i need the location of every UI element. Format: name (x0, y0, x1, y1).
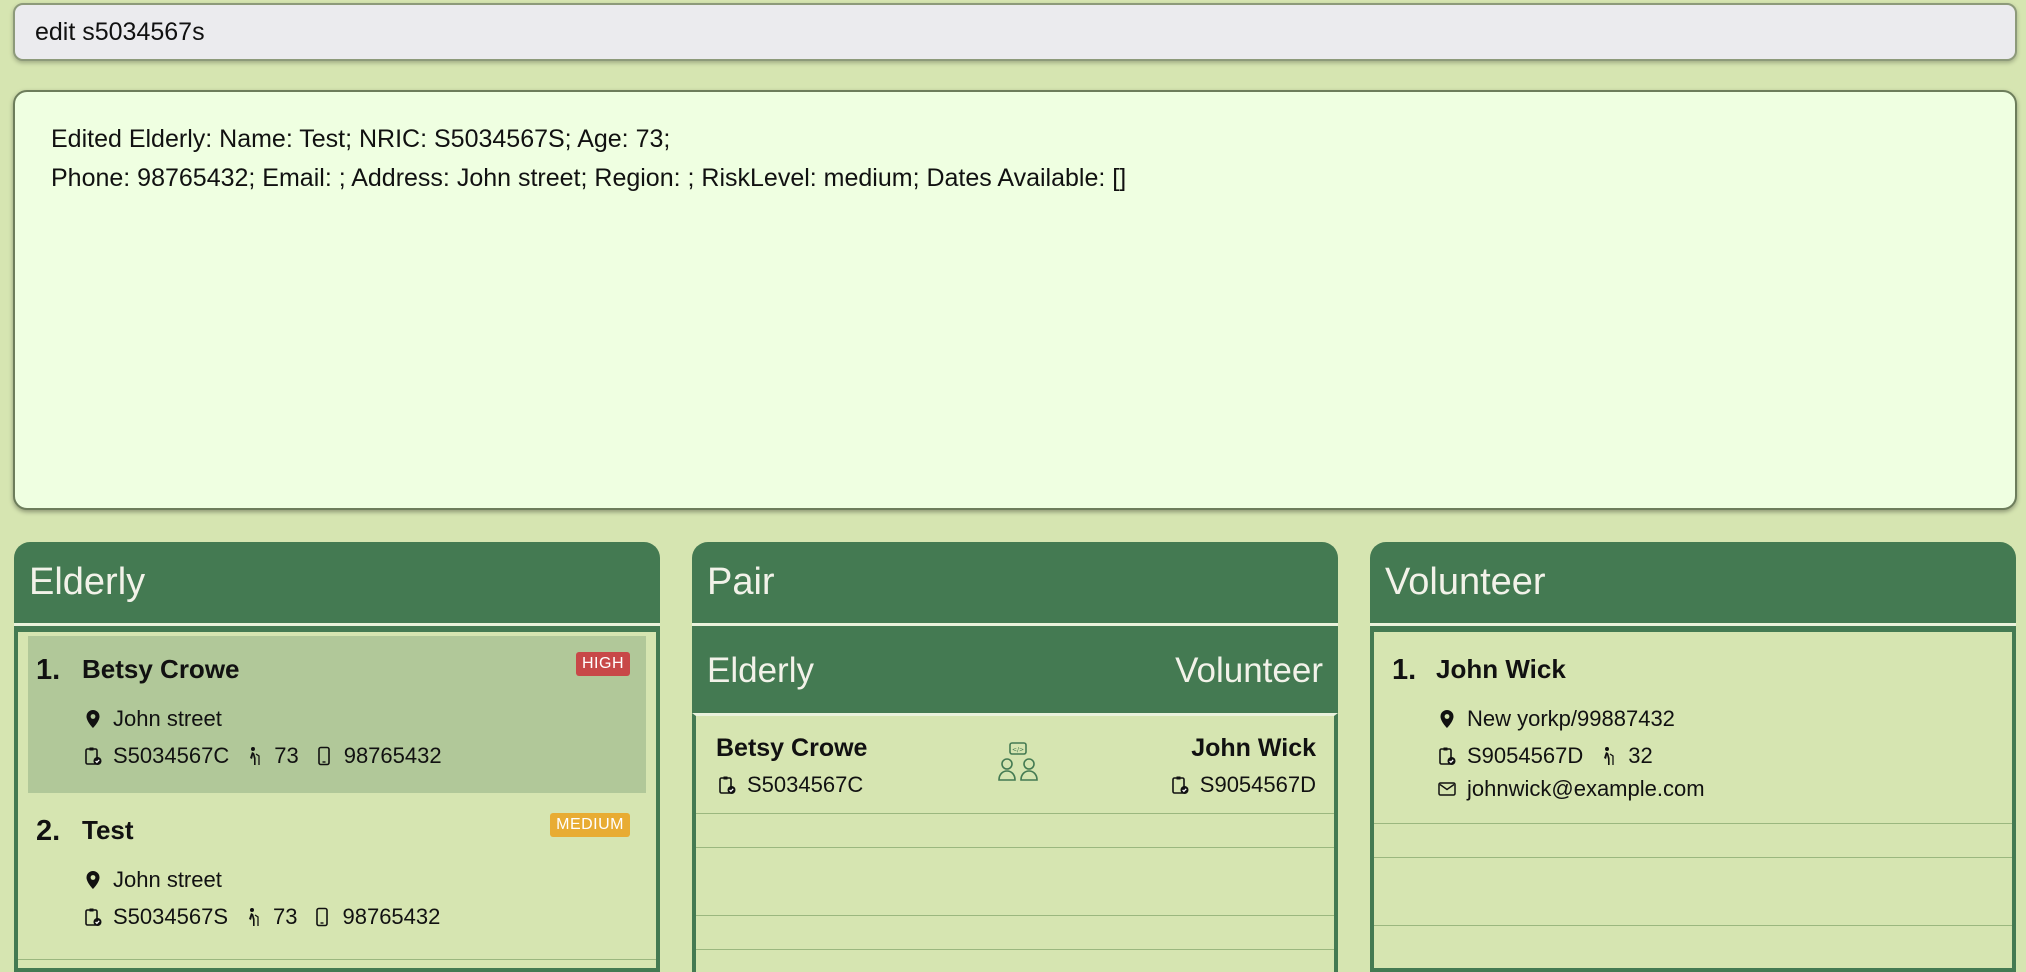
age-walker-icon (242, 906, 264, 928)
elderly-name: Betsy Crowe (82, 654, 240, 684)
id-badge-icon (716, 774, 738, 796)
empty-row (696, 814, 1334, 848)
volunteer-nric: S9054567D (1467, 743, 1584, 768)
details-row: S9054567D 32 (1436, 743, 1653, 769)
elderly-address: John street (113, 706, 222, 731)
age-walker-icon (1597, 745, 1619, 767)
pair-col-elderly: Elderly (707, 651, 814, 690)
volunteer-address: New yorkp/99887432 (1467, 706, 1675, 731)
card-index: 2. (36, 815, 61, 847)
details-row: S5034567S 73 98765432 (82, 904, 440, 930)
email-row: johnwick@example.com (1436, 776, 1705, 802)
id-badge-icon (82, 745, 104, 767)
empty-row (1374, 824, 2012, 858)
empty-row (696, 916, 1334, 950)
phone-icon (313, 745, 335, 767)
pair-volunteer-nric-row: S9054567D (1169, 772, 1316, 798)
elderly-name: Test (82, 815, 134, 845)
elderly-panel: Elderly 1. Betsy Crowe HIGH John street … (14, 542, 660, 972)
pair-elderly-name: Betsy Crowe (716, 734, 868, 762)
pair-column-header: Elderly Volunteer (692, 629, 1338, 713)
risk-badge: HIGH (576, 652, 630, 676)
id-badge-icon (1169, 774, 1191, 796)
location-pin-icon (82, 869, 104, 891)
volunteer-age: 32 (1628, 743, 1653, 768)
address-row: John street (82, 867, 222, 893)
elderly-card[interactable]: 2. Test MEDIUM John street S5034567S 73 … (18, 793, 656, 960)
phone-icon (311, 906, 333, 928)
elderly-age: 73 (274, 743, 299, 768)
id-badge-icon (1436, 745, 1458, 767)
location-pin-icon (1436, 708, 1458, 730)
empty-row (1374, 858, 2012, 926)
elderly-list[interactable]: 1. Betsy Crowe HIGH John street S5034567… (14, 629, 660, 972)
age-walker-icon (243, 745, 265, 767)
id-badge-icon (82, 906, 104, 928)
volunteer-name: John Wick (1436, 654, 1566, 684)
details-row: S5034567C 73 98765432 (82, 743, 442, 769)
pair-volunteer-nric: S9054567D (1199, 772, 1316, 797)
location-pin-icon (82, 708, 104, 730)
risk-badge: MEDIUM (550, 813, 630, 837)
result-line-1: Edited Elderly: Name: Test; NRIC: S50345… (51, 125, 671, 153)
empty-row (696, 848, 1334, 916)
elderly-address: John street (113, 867, 222, 892)
pair-card[interactable]: Betsy Crowe John Wick S5034567C </> S905… (696, 716, 1334, 814)
pair-volunteer-name: John Wick (1191, 734, 1316, 762)
card-index: 1. (36, 654, 61, 686)
pair-elderly-nric-row: S5034567C (716, 772, 863, 798)
elderly-phone: 98765432 (342, 904, 441, 929)
result-line-2: Phone: 98765432; Email: ; Address: John … (51, 164, 1127, 192)
volunteer-email: johnwick@example.com (1467, 776, 1705, 801)
result-display: Edited Elderly: Name: Test; NRIC: S50345… (13, 90, 2017, 510)
elderly-panel-title: Elderly (14, 542, 660, 626)
command-box[interactable] (13, 3, 2017, 61)
card-index: 1. (1392, 654, 1417, 686)
address-row: John street (82, 706, 222, 732)
pair-list[interactable]: Betsy Crowe John Wick S5034567C </> S905… (692, 713, 1338, 972)
elderly-nric: S5034567C (113, 743, 230, 768)
elderly-nric: S5034567S (113, 904, 228, 929)
svg-text:</>: </> (1012, 747, 1024, 754)
pair-panel-title: Pair (692, 542, 1338, 626)
pair-people-icon: </> (996, 740, 1040, 784)
volunteer-card[interactable]: 1. John Wick New yorkp/99887432 S9054567… (1374, 632, 2012, 824)
elderly-phone: 98765432 (343, 743, 442, 768)
pair-elderly-nric: S5034567C (747, 772, 864, 797)
pair-panel: Pair Elderly Volunteer Betsy Crowe John … (692, 542, 1338, 972)
volunteer-panel: Volunteer 1. John Wick New yorkp/9988743… (1370, 542, 2016, 972)
elderly-card[interactable]: 1. Betsy Crowe HIGH John street S5034567… (28, 636, 646, 793)
command-input[interactable] (33, 16, 1997, 48)
pair-col-volunteer: Volunteer (1175, 651, 1323, 690)
address-row: New yorkp/99887432 (1436, 706, 1675, 732)
email-icon (1436, 778, 1458, 800)
volunteer-panel-title: Volunteer (1370, 542, 2016, 626)
elderly-age: 73 (273, 904, 298, 929)
volunteer-list[interactable]: 1. John Wick New yorkp/99887432 S9054567… (1370, 629, 2016, 972)
